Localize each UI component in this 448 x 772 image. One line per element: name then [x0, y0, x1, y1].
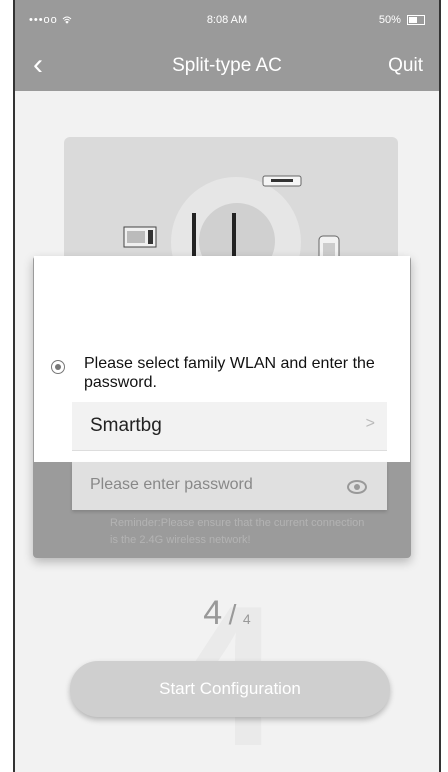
- start-configuration-button[interactable]: Start Configuration: [70, 661, 390, 717]
- network-reminder: Reminder:Please ensure that the current …: [110, 517, 365, 546]
- eye-icon[interactable]: [347, 480, 367, 494]
- password-placeholder: Please enter password: [90, 476, 253, 493]
- step-separator: /: [228, 599, 237, 630]
- header-bar: •••oo 8:08 AM 50% ‹ Split-type AC Quit: [15, 0, 439, 91]
- password-field[interactable]: Please enter password: [72, 462, 387, 510]
- nav-row: ‹ Split-type AC Quit: [15, 48, 439, 82]
- wlan-name: Smartbg: [90, 415, 162, 436]
- wlan-instruction: Please select family WLAN and enter the …: [84, 355, 375, 391]
- chevron-right-icon: >: [365, 415, 375, 432]
- quit-button[interactable]: Quit: [388, 55, 423, 77]
- battery-indicator: 50%: [379, 14, 425, 26]
- step-indicator: 4 / 4: [15, 594, 439, 633]
- wlan-selector[interactable]: Smartbg >: [72, 402, 387, 451]
- battery-icon: [407, 15, 425, 26]
- radio-selected[interactable]: [51, 360, 65, 374]
- air-conditioner-icon: [262, 175, 302, 187]
- status-time: 8:08 AM: [206, 14, 248, 26]
- air-conditioner-icon: [123, 226, 157, 248]
- step-total: 4: [242, 611, 251, 627]
- step-current: 4: [203, 594, 223, 632]
- phone-screen: •••oo 8:08 AM 50% ‹ Split-type AC Quit P…: [13, 0, 441, 772]
- page-title: Split-type AC: [172, 55, 282, 76]
- status-bar: •••oo 8:08 AM 50%: [15, 14, 439, 30]
